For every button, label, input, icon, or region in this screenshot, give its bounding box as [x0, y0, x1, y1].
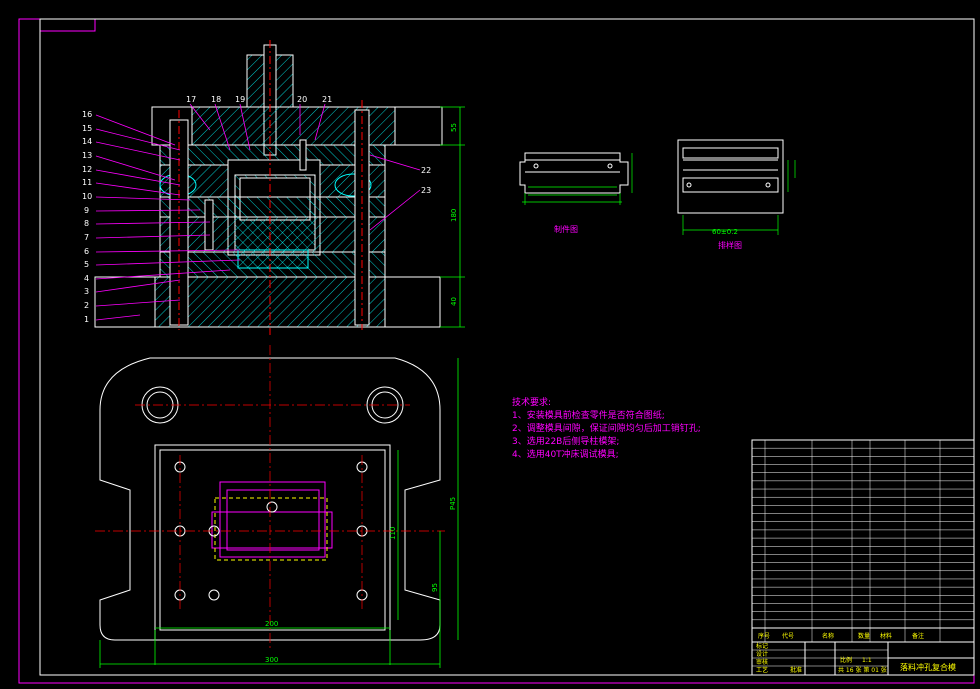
sheet-info: 共 16 张 第 01 张 — [838, 666, 887, 674]
dim-section-total: 180 — [450, 209, 458, 222]
tech-note-3: 3、选用22B后侧导柱模架; — [512, 435, 619, 447]
part-label-23: 23 — [421, 186, 431, 195]
part-label-12: 12 — [82, 165, 92, 174]
dim-plan-height-mid: 110 — [389, 527, 397, 540]
part-label-4: 4 — [84, 274, 89, 283]
dim-plan-width-inner: 200 — [265, 620, 278, 628]
dim-section-top: 55 — [450, 123, 458, 132]
part-label-11: 11 — [82, 178, 92, 187]
part-label-9: 9 — [84, 206, 89, 215]
part-label-5: 5 — [84, 260, 89, 269]
dim-plan-height-low: 95 — [431, 583, 439, 592]
dim-plan-width-outer: 300 — [265, 656, 278, 664]
bom-header-code: 代号 — [782, 632, 794, 640]
strip-layout-view — [677, 139, 796, 235]
bom-header-name: 名称 — [822, 632, 834, 640]
part-label-22: 22 — [421, 166, 431, 175]
part-label-16: 16 — [82, 110, 92, 119]
bom-header-no: 序号 — [758, 632, 770, 640]
assembly-section-view — [94, 40, 443, 335]
part-label-8: 8 — [84, 219, 89, 228]
part-label-17: 17 — [186, 95, 196, 104]
tech-note-4: 4、选用40T冲床调试模具; — [512, 448, 619, 460]
part-label-1: 1 — [84, 315, 89, 324]
part-label-2: 2 — [84, 301, 89, 310]
scale-label: 比例 — [840, 656, 852, 664]
bom-header-remark: 备注 — [912, 632, 924, 640]
bom-header-material: 材料 — [880, 632, 892, 640]
part-label-21: 21 — [322, 95, 332, 104]
part-label-3: 3 — [84, 287, 89, 296]
tech-note-1: 1、安装模具前检查零件是否符合图纸; — [512, 409, 665, 421]
bom-header-qty: 数量 — [858, 632, 870, 640]
part-label-19: 19 — [235, 95, 245, 104]
drawing-name: 落料冲孔复合模 — [900, 662, 956, 672]
part-label-18: 18 — [211, 95, 221, 104]
scale-value: 1:1 — [862, 657, 872, 664]
part-label-6: 6 — [84, 247, 89, 256]
part-label-10: 10 — [82, 192, 92, 201]
tech-note-2: 2、调整模具间隙，保证间隙均匀后加工销钉孔; — [512, 422, 701, 434]
sign-row-process: 工艺 — [756, 666, 768, 674]
technical-requirements: 技术要求: 1、安装模具前检查零件是否符合图纸; 2、调整模具间隙，保证间隙均匀… — [512, 396, 701, 460]
blank-part-view — [519, 152, 633, 205]
part-label-14: 14 — [82, 137, 92, 146]
tech-notes-title: 技术要求: — [512, 396, 551, 408]
sign-row-approve: 批准 — [790, 666, 802, 674]
part-label-15: 15 — [82, 124, 92, 133]
dim-part-width: 60±0.2 — [712, 228, 738, 236]
part-label-13: 13 — [82, 151, 92, 160]
plan-centerlines — [95, 345, 445, 650]
sign-row-design: 设计 — [756, 650, 768, 658]
dim-section-bottom: 40 — [450, 297, 458, 306]
blank-view-title: 制件图 — [554, 224, 578, 234]
layout-view-title: 排样图 — [718, 240, 742, 250]
dim-plan-height-right: P45 — [449, 497, 457, 510]
cad-drawing-canvas: 16 15 14 13 12 11 10 9 8 7 6 5 4 3 2 1 1… — [18, 18, 975, 684]
sign-row-mark: 标记 — [756, 642, 768, 650]
part-label-7: 7 — [84, 233, 89, 242]
sign-row-review: 审核 — [756, 658, 768, 666]
plan-dimensions — [99, 358, 459, 668]
part-label-20: 20 — [297, 95, 307, 104]
